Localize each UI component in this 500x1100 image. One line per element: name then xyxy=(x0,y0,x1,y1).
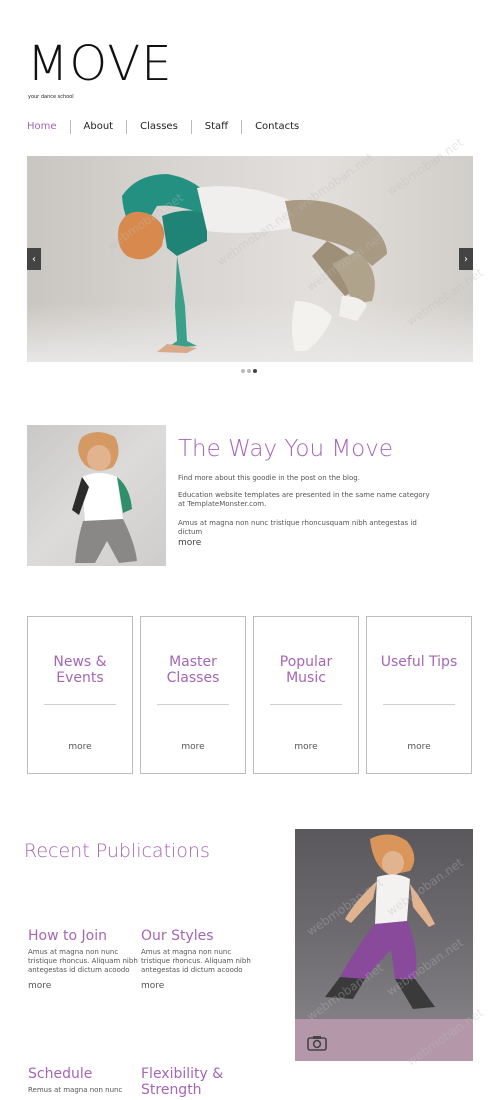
about-more-link[interactable]: more xyxy=(178,538,201,548)
card-divider xyxy=(270,704,342,705)
card-divider xyxy=(157,704,229,705)
about-paragraph-3: Amus at magna non nunc tristique rhoncus… xyxy=(178,519,417,536)
publication-item: Our Styles Amus at magna non nunc tristi… xyxy=(141,928,253,991)
card-popular-music: Popular Music more xyxy=(253,616,359,774)
card-title: Master Classes xyxy=(166,654,220,686)
publication-title[interactable]: Schedule xyxy=(28,1066,140,1082)
nav-item-contacts[interactable]: Contacts xyxy=(241,120,312,134)
slider-dot-1[interactable] xyxy=(241,369,245,373)
jumping-dancer xyxy=(325,834,435,1009)
card-divider xyxy=(44,704,116,705)
camera-icon[interactable] xyxy=(307,1035,327,1051)
slider-pagination xyxy=(241,369,257,373)
gallery-photo[interactable] xyxy=(295,829,473,1061)
card-more-link[interactable]: more xyxy=(254,742,358,752)
nav-item-classes[interactable]: Classes xyxy=(126,120,191,134)
card-more-link[interactable]: more xyxy=(367,742,471,752)
publication-title[interactable]: Flexibility & Strength xyxy=(141,1066,253,1098)
publication-item: Flexibility & Strength xyxy=(141,1066,253,1098)
about-paragraph-1: Find more about this goodie in the post … xyxy=(178,474,360,482)
about-image xyxy=(27,425,166,566)
about-dancer xyxy=(72,432,137,563)
card-title: Useful Tips xyxy=(380,654,458,670)
publication-item: Schedule Remus at magna non nunc xyxy=(28,1066,140,1095)
card-title: Popular Music xyxy=(279,654,333,686)
main-nav: Home About Classes Staff Contacts xyxy=(27,120,312,134)
nav-item-staff[interactable]: Staff xyxy=(190,120,241,134)
slider-next-button[interactable]: › xyxy=(459,248,473,270)
hero-slider: ‹ › xyxy=(27,156,473,362)
card-news-events: News & Events more xyxy=(27,616,133,774)
publication-title[interactable]: How to Join xyxy=(28,928,140,944)
site-logo[interactable]: MOVE xyxy=(27,40,173,88)
publication-text: Remus at magna non nunc xyxy=(28,1086,123,1094)
card-more-link[interactable]: more xyxy=(28,742,132,752)
nav-item-about[interactable]: About xyxy=(69,120,127,134)
publication-text: Amus at magna non nunc tristique rhoncus… xyxy=(28,948,138,974)
publication-text: Amus at magna non nunc tristique rhoncus… xyxy=(141,948,251,974)
about-paragraph-2: Education website templates are presente… xyxy=(178,491,430,508)
card-master-classes: Master Classes more xyxy=(140,616,246,774)
chevron-left-icon: ‹ xyxy=(32,253,36,265)
slider-prev-button[interactable]: ‹ xyxy=(27,248,41,270)
chevron-right-icon: › xyxy=(464,253,468,265)
card-more-link[interactable]: more xyxy=(141,742,245,752)
publication-item: How to Join Amus at magna non nunc trist… xyxy=(28,928,140,991)
card-divider xyxy=(383,704,455,705)
publication-title[interactable]: Our Styles xyxy=(141,928,253,944)
dancer-image xyxy=(118,174,387,353)
about-title: The Way You Move xyxy=(178,436,394,462)
publications-heading: Recent Publications xyxy=(24,840,210,862)
slider-dot-3[interactable] xyxy=(253,369,257,373)
publication-more-link[interactable]: more xyxy=(28,981,140,991)
card-useful-tips: Useful Tips more xyxy=(366,616,472,774)
slider-dot-2[interactable] xyxy=(247,369,251,373)
nav-item-home[interactable]: Home xyxy=(27,120,70,134)
site-tagline: your dance school xyxy=(28,94,74,100)
publication-more-link[interactable]: more xyxy=(141,981,253,991)
card-title: News & Events xyxy=(53,654,107,686)
